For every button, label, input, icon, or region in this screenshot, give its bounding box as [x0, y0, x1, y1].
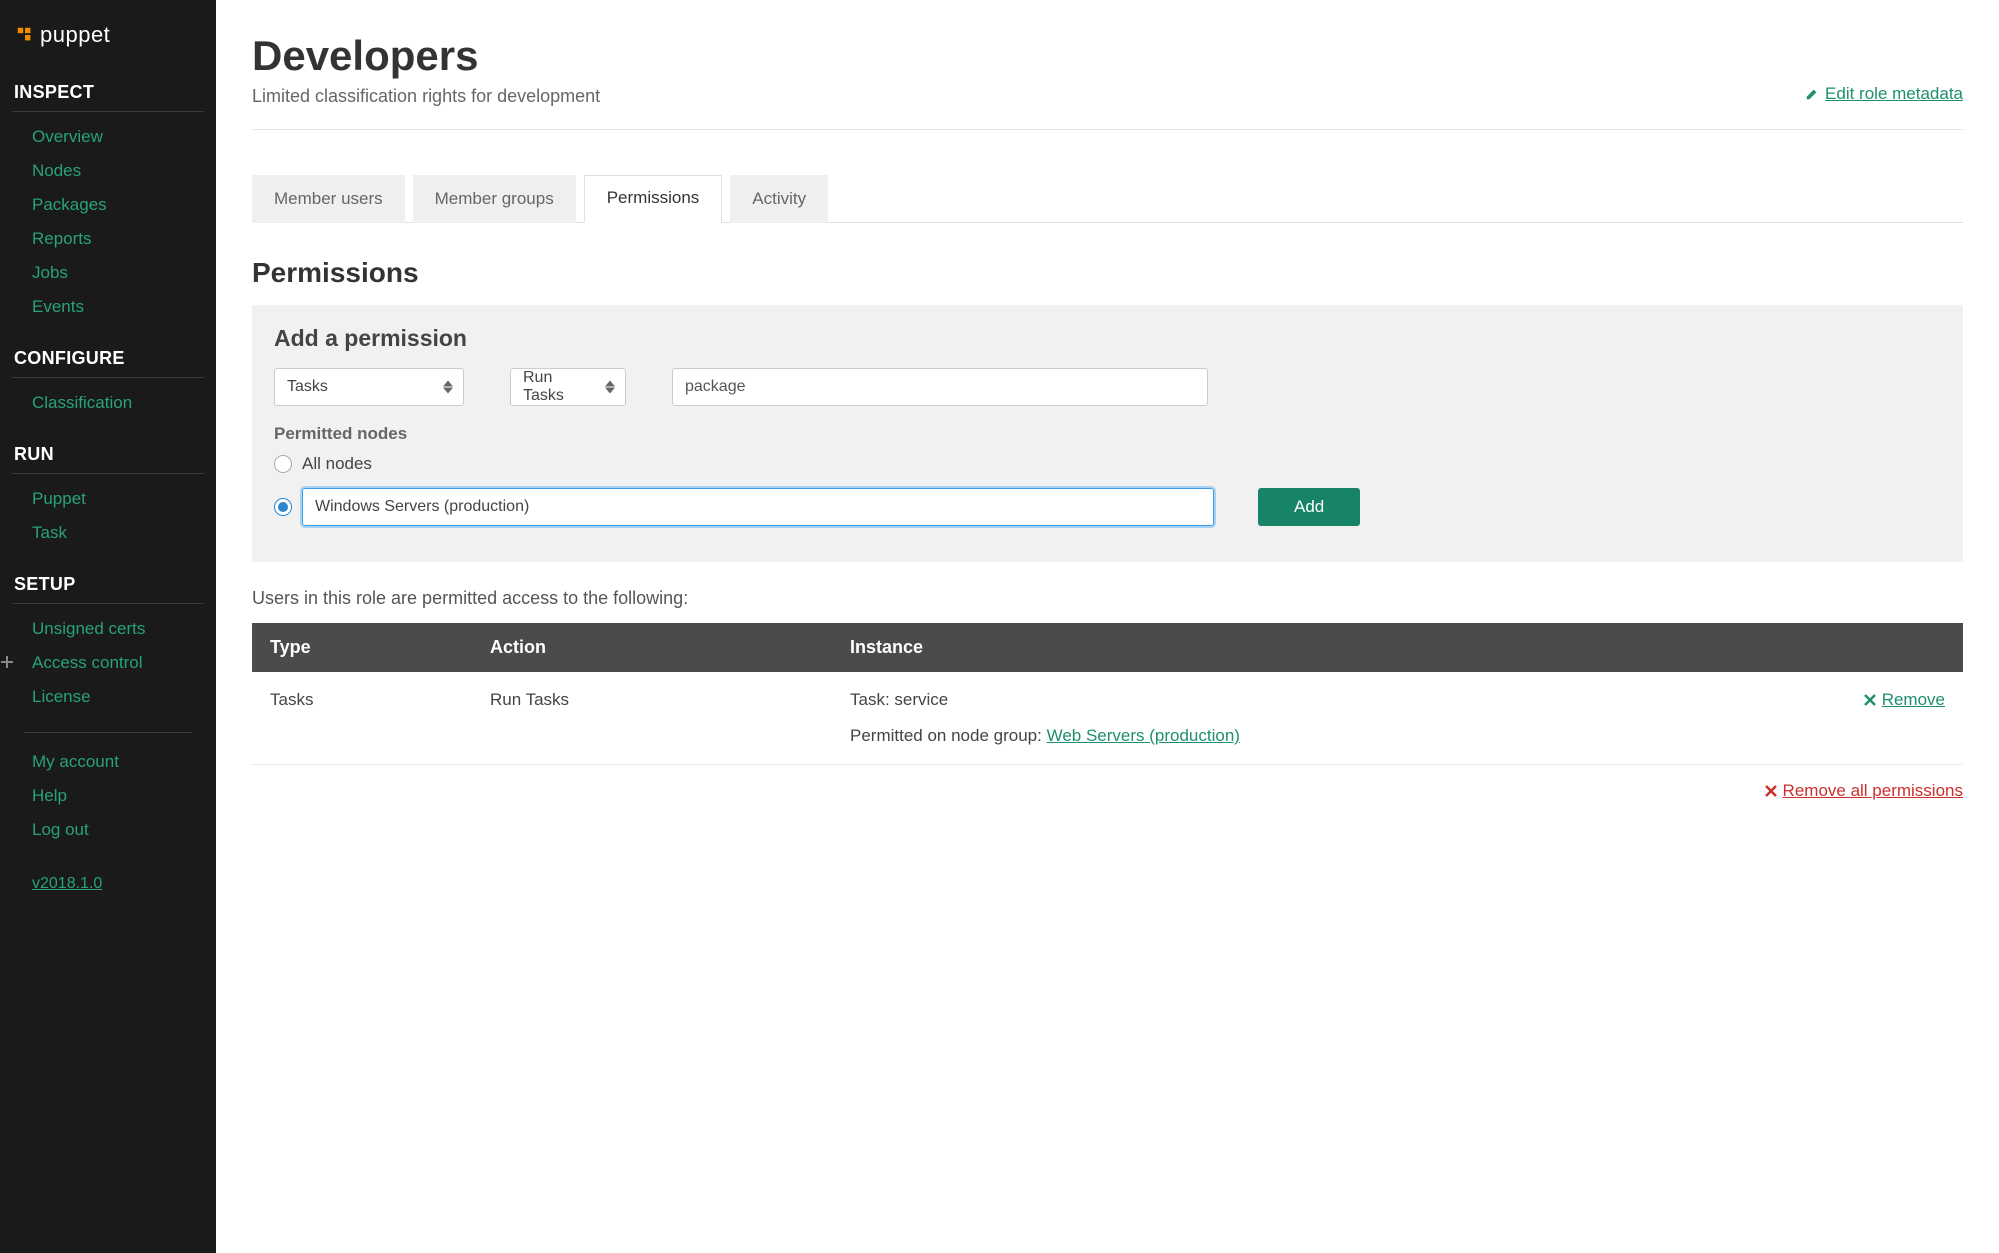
node-group-input[interactable] [302, 488, 1214, 526]
cell-action: Run Tasks [472, 672, 832, 765]
cell-type: Tasks [252, 672, 472, 765]
permissions-help-text: Users in this role are permitted access … [252, 588, 1963, 609]
nav-jobs[interactable]: Jobs [32, 263, 68, 282]
page-title: Developers [252, 32, 600, 80]
nav-classification[interactable]: Classification [32, 393, 132, 412]
permission-instance-input[interactable] [672, 368, 1208, 406]
remove-all-label: Remove all permissions [1783, 781, 1963, 801]
cell-instance: Task: service Permitted on node group: W… [832, 672, 1773, 765]
nav-heading-inspect: INSPECT [12, 72, 204, 112]
remove-all-permissions-link[interactable]: Remove all permissions [1765, 781, 1963, 801]
version-link[interactable]: v2018.1.0 [32, 875, 102, 892]
close-icon [1864, 694, 1876, 706]
permissions-heading: Permissions [252, 257, 1963, 289]
brand-name: puppet [40, 22, 110, 48]
th-type: Type [252, 623, 472, 672]
add-permission-title: Add a permission [274, 325, 1941, 352]
chevron-sort-icon [443, 381, 453, 394]
tab-member-groups[interactable]: Member groups [413, 175, 576, 223]
main-content: Developers Limited classification rights… [216, 0, 1999, 1253]
nav-overview[interactable]: Overview [32, 127, 103, 146]
nav-heading-configure: CONFIGURE [12, 338, 204, 378]
tab-member-users[interactable]: Member users [252, 175, 405, 223]
permitted-nodes-label: Permitted nodes [274, 424, 1941, 444]
close-icon [1765, 785, 1777, 797]
puppet-logo-icon [16, 26, 34, 44]
nav-heading-setup: SETUP [12, 564, 204, 604]
nav-puppet[interactable]: Puppet [32, 489, 86, 508]
tab-permissions[interactable]: Permissions [584, 175, 723, 223]
nav-unsigned-certs[interactable]: Unsigned certs [32, 619, 145, 638]
nav-section-run: RUN Puppet Task [0, 434, 216, 564]
tab-activity[interactable]: Activity [730, 175, 828, 223]
sidebar: puppet INSPECT Overview Nodes Packages R… [0, 0, 216, 1253]
nav-separator [24, 732, 192, 733]
chevron-sort-icon [605, 381, 615, 394]
version: v2018.1.0 [0, 861, 216, 907]
instance-task: Task: service [850, 690, 1755, 710]
remove-permission-link[interactable]: Remove [1864, 690, 1945, 710]
nav-section-configure: CONFIGURE Classification [0, 338, 216, 434]
th-instance: Instance [832, 623, 1773, 672]
nav-reports[interactable]: Reports [32, 229, 92, 248]
nav-my-account[interactable]: My account [32, 752, 119, 771]
permission-type-value: Tasks [287, 378, 328, 396]
node-group-link[interactable]: Web Servers (production) [1047, 726, 1240, 745]
edit-role-metadata-link[interactable]: Edit role metadata [1805, 84, 1963, 104]
add-permission-panel: Add a permission Tasks Run Tasks Permitt… [252, 305, 1963, 562]
nav-license[interactable]: License [32, 687, 91, 706]
permission-action-select[interactable]: Run Tasks [510, 368, 626, 406]
instance-prefix: Permitted on node group: [850, 726, 1047, 745]
th-actions [1773, 623, 1963, 672]
nav-task[interactable]: Task [32, 523, 67, 542]
divider [252, 129, 1963, 130]
nav-events[interactable]: Events [32, 297, 84, 316]
table-row: Tasks Run Tasks Task: service Permitted … [252, 672, 1963, 765]
tabs: Member users Member groups Permissions A… [252, 174, 1963, 223]
edit-role-label: Edit role metadata [1825, 84, 1963, 104]
radio-all-nodes-label: All nodes [302, 454, 372, 474]
radio-all-nodes[interactable] [274, 455, 292, 473]
radio-node-group[interactable] [274, 498, 292, 516]
nav-section-inspect: INSPECT Overview Nodes Packages Reports … [0, 72, 216, 338]
nav-log-out[interactable]: Log out [32, 820, 89, 839]
pencil-icon [1805, 87, 1819, 101]
nav-section-setup: SETUP Unsigned certs Access control Lice… [0, 564, 216, 861]
nav-packages[interactable]: Packages [32, 195, 107, 214]
nav-access-control[interactable]: Access control [32, 653, 143, 672]
nav-heading-run: RUN [12, 434, 204, 474]
plus-icon [0, 655, 14, 669]
permission-type-select[interactable]: Tasks [274, 368, 464, 406]
th-action: Action [472, 623, 832, 672]
page-subtitle: Limited classification rights for develo… [252, 86, 600, 107]
add-button[interactable]: Add [1258, 488, 1360, 526]
permission-action-value: Run Tasks [523, 369, 591, 405]
nav-help[interactable]: Help [32, 786, 67, 805]
permissions-table: Type Action Instance Tasks Run Tasks Tas… [252, 623, 1963, 765]
logo[interactable]: puppet [0, 0, 216, 72]
remove-label: Remove [1882, 690, 1945, 710]
nav-nodes[interactable]: Nodes [32, 161, 81, 180]
